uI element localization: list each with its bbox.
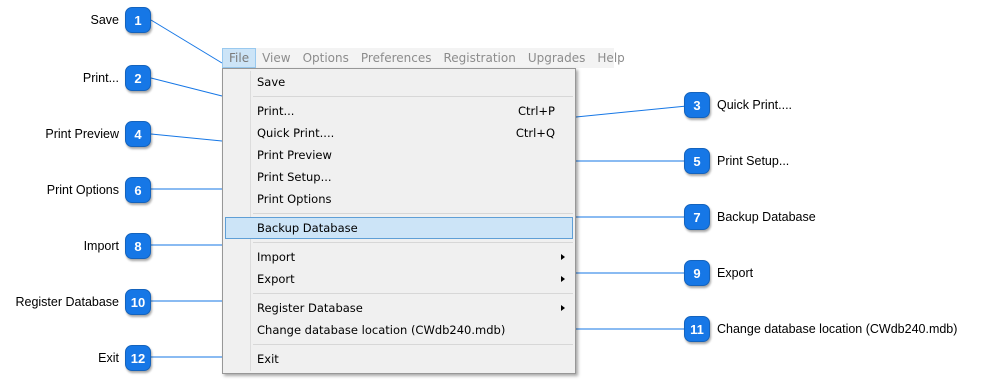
menu-item-register-database[interactable]: Register Database <box>225 297 573 319</box>
menu-item-shortcut: Ctrl+P <box>517 104 555 118</box>
menu-item-save[interactable]: Save <box>225 71 573 93</box>
menu-help[interactable]: Help <box>591 48 630 68</box>
menu-options[interactable]: Options <box>297 48 355 68</box>
callout-badge-5: 5 <box>684 148 710 174</box>
menu-item-change-database-location[interactable]: Change database location (CWdb240.mdb) <box>225 319 573 341</box>
callout-label-12: Exit <box>98 351 119 365</box>
callout-label-3: Quick Print.... <box>717 98 793 112</box>
menu-item-export[interactable]: Export <box>225 268 573 290</box>
menu-item-label: Print Setup... <box>257 170 332 184</box>
submenu-arrow-icon <box>561 276 565 282</box>
menu-separator <box>253 213 573 214</box>
callout-badge-11: 11 <box>684 316 710 342</box>
callout-label-2: Print... <box>82 71 119 85</box>
menu-item-import[interactable]: Import <box>225 246 573 268</box>
callout-badge-12: 12 <box>125 345 151 371</box>
menu-item-label: Change database location (CWdb240.mdb) <box>257 323 506 337</box>
menu-item-label: Print... <box>257 104 295 118</box>
menu-upgrades[interactable]: Upgrades <box>522 48 592 68</box>
menu-preferences[interactable]: Preferences <box>355 48 438 68</box>
file-menu-dropdown: Save Print... Ctrl+P Quick Print.... Ctr… <box>222 68 576 374</box>
callout-label-10: Register Database <box>15 295 119 309</box>
callout-label-4: Print Preview <box>45 127 119 141</box>
menu-item-label: Print Options <box>257 192 332 206</box>
callout-label-7: Backup Database <box>717 210 816 224</box>
callout-badge-10: 10 <box>125 289 151 315</box>
menu-separator <box>253 96 573 97</box>
menu-registration[interactable]: Registration <box>437 48 521 68</box>
menu-file[interactable]: File <box>222 48 257 68</box>
menu-item-quick-print[interactable]: Quick Print.... Ctrl+Q <box>225 122 573 144</box>
menu-item-label: Print Preview <box>257 148 332 162</box>
menu-item-label: Save <box>257 75 286 89</box>
menu-item-exit[interactable]: Exit <box>225 348 573 370</box>
menu-separator <box>253 293 573 294</box>
callout-label-5: Print Setup... <box>717 154 790 168</box>
callout-label-6: Print Options <box>46 183 119 197</box>
callout-line-4 <box>150 133 223 142</box>
menu-item-label: Export <box>257 272 295 286</box>
menu-item-label: Backup Database <box>257 221 358 235</box>
menu-item-print-options[interactable]: Print Options <box>225 188 573 210</box>
menu-item-shortcut: Ctrl+Q <box>515 126 555 140</box>
menu-item-label: Register Database <box>257 301 363 315</box>
menu-view[interactable]: View <box>256 48 296 68</box>
menu-item-label: Import <box>257 250 296 264</box>
menu-separator <box>253 242 573 243</box>
callout-label-9: Export <box>717 266 754 280</box>
submenu-arrow-icon <box>561 254 565 260</box>
callout-label-1: Save <box>90 13 120 27</box>
callout-line-2 <box>150 77 223 97</box>
menu-bar: File View Options Preferences Registrati… <box>222 48 625 68</box>
menu-item-print-preview[interactable]: Print Preview <box>225 144 573 166</box>
menu-item-backup-database[interactable]: Backup Database <box>225 217 573 239</box>
callout-label-11: Change database location (CWdb240.mdb) <box>717 322 958 336</box>
menu-item-print-setup[interactable]: Print Setup... <box>225 166 573 188</box>
callout-label-8: Import <box>83 239 119 253</box>
callout-badge-4: 4 <box>125 121 151 147</box>
menu-item-label: Exit <box>257 352 279 366</box>
callout-badge-7: 7 <box>684 204 710 230</box>
callout-badge-3: 3 <box>684 92 710 118</box>
menu-separator <box>253 344 573 345</box>
menu-item-print[interactable]: Print... Ctrl+P <box>225 100 573 122</box>
callout-line-3 <box>575 104 698 118</box>
callout-line-1 <box>150 19 223 64</box>
callout-badge-2: 2 <box>125 65 151 91</box>
callout-badge-8: 8 <box>125 233 151 259</box>
callout-badge-1: 1 <box>125 7 151 33</box>
submenu-arrow-icon <box>561 305 565 311</box>
menu-item-label: Quick Print.... <box>257 126 335 140</box>
callout-badge-9: 9 <box>684 260 710 286</box>
callout-badge-6: 6 <box>125 177 151 203</box>
